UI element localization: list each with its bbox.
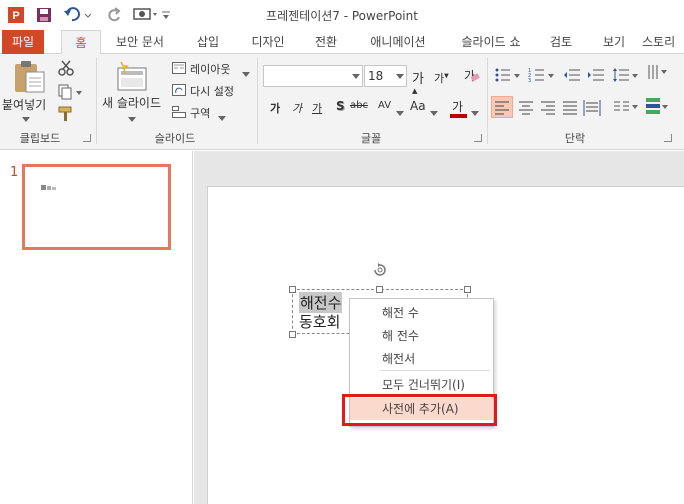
section-button[interactable]: 구역 xyxy=(190,105,210,121)
clipboard-group-label: 클립보드 xyxy=(19,132,61,145)
align-left-button[interactable] xyxy=(491,96,513,118)
tab-home[interactable]: 홈 xyxy=(61,30,101,55)
rotate-handle-icon[interactable] xyxy=(372,262,388,278)
font-dialog-launcher[interactable] xyxy=(474,134,482,142)
group-separator xyxy=(487,58,488,144)
underline-button[interactable]: 가 xyxy=(312,100,322,116)
suggestion-item[interactable]: 해전 수 xyxy=(350,302,493,324)
window-title: 프레젠테이션7 - PowerPoint xyxy=(266,9,418,23)
distributed-align-button[interactable] xyxy=(582,97,602,117)
change-case-button[interactable]: Aa xyxy=(410,99,426,113)
paste-icon[interactable] xyxy=(12,60,48,94)
decrease-indent-icon[interactable] xyxy=(563,66,583,84)
clear-formatting-icon[interactable]: 가 xyxy=(462,67,482,85)
menu-separator xyxy=(380,370,490,371)
copy-icon[interactable] xyxy=(58,84,84,100)
tab-insert[interactable]: 삽입 xyxy=(186,30,230,54)
font-name-combobox[interactable] xyxy=(263,65,363,87)
resize-handle[interactable] xyxy=(464,286,471,293)
font-color-button[interactable]: 가 xyxy=(452,98,463,115)
ribbon: 붙여넣기 클립보드 새 슬라이드 레이아웃 다시 설정 구역 슬라이드 18 가… xyxy=(0,54,684,150)
clipboard-dialog-launcher[interactable] xyxy=(83,134,91,142)
new-slide-icon[interactable] xyxy=(115,60,149,94)
cut-icon[interactable] xyxy=(58,60,76,76)
group-separator xyxy=(96,58,97,144)
justify-button[interactable] xyxy=(560,97,580,117)
columns-icon[interactable] xyxy=(612,98,640,116)
ribbon-tab-row: 파일 홈 보안 문서 삽입 디자인 전환 애니메이션 슬라이드 쇼 검토 보기 … xyxy=(0,30,684,55)
ignore-all-item[interactable]: 모두 건너뛰기(I) xyxy=(350,374,493,396)
tab-security[interactable]: 보안 문서 xyxy=(108,30,172,54)
shrink-font-icon[interactable]: 가▼ xyxy=(434,70,450,86)
bold-button[interactable]: 가 xyxy=(270,100,280,116)
resize-handle[interactable] xyxy=(289,331,296,338)
slide-number: 1 xyxy=(10,165,19,180)
strikethrough-button[interactable]: abc xyxy=(350,100,368,111)
misspelled-word[interactable]: 해전수 xyxy=(299,292,343,313)
increase-indent-icon[interactable] xyxy=(587,66,607,84)
suggestion-item[interactable]: 해전서 xyxy=(350,348,493,370)
tab-review[interactable]: 검토 xyxy=(540,30,582,54)
text-line[interactable]: 동호회 xyxy=(299,311,340,332)
bullets-icon[interactable] xyxy=(494,66,524,84)
grow-font-icon[interactable]: 가▲ xyxy=(412,68,428,95)
tab-animations[interactable]: 애니메이션 xyxy=(360,30,436,54)
tab-slideshow[interactable]: 슬라이드 쇼 xyxy=(450,30,532,54)
layout-icon[interactable] xyxy=(172,62,188,76)
tab-design[interactable]: 디자인 xyxy=(242,30,294,54)
section-dropdown-icon[interactable] xyxy=(218,111,226,121)
paste-button[interactable]: 붙여넣기 xyxy=(2,96,46,113)
resize-handle[interactable] xyxy=(289,286,296,293)
section-icon[interactable] xyxy=(172,106,188,120)
font-color-swatch xyxy=(450,114,467,118)
font-size-dropdown-icon[interactable] xyxy=(396,74,404,80)
format-painter-icon[interactable] xyxy=(58,106,76,122)
font-name-dropdown-icon[interactable] xyxy=(352,74,360,80)
svg-text:3: 3 xyxy=(528,78,531,84)
slides-group-label: 슬라이드 xyxy=(154,132,196,145)
layout-button[interactable]: 레이아웃 xyxy=(190,61,230,77)
line-spacing-icon[interactable] xyxy=(612,66,640,84)
paste-dropdown-icon[interactable] xyxy=(22,112,30,122)
tab-file[interactable]: 파일 xyxy=(2,30,44,54)
font-group-label: 글꼴 xyxy=(360,132,382,145)
slide-thumbnail[interactable] xyxy=(22,164,171,250)
new-slide-button[interactable]: 새 슬라이드 xyxy=(102,94,161,111)
tab-transitions[interactable]: 전환 xyxy=(306,30,346,54)
new-slide-dropdown-icon[interactable] xyxy=(128,112,136,122)
change-case-dropdown-icon[interactable] xyxy=(430,106,438,116)
character-spacing-dropdown-icon[interactable] xyxy=(396,106,404,116)
reset-icon[interactable] xyxy=(172,84,188,98)
numbering-icon[interactable]: 123 xyxy=(528,66,558,84)
thumbnail-text-preview xyxy=(41,185,56,190)
paragraph-dialog-launcher[interactable] xyxy=(664,134,672,142)
paragraph-group-label: 단락 xyxy=(564,132,586,145)
reset-button[interactable]: 다시 설정 xyxy=(190,83,234,99)
tab-view[interactable]: 보기 xyxy=(594,30,634,54)
text-shadow-button[interactable]: S xyxy=(336,99,345,113)
text-direction-icon[interactable] xyxy=(646,62,670,84)
tab-storyboard[interactable]: 스토리 xyxy=(642,30,684,54)
highlight-annotation-box xyxy=(342,394,497,426)
align-right-button[interactable] xyxy=(538,97,558,117)
font-size-combobox[interactable]: 18 xyxy=(364,65,407,87)
resize-handle[interactable] xyxy=(376,286,383,293)
group-separator xyxy=(257,58,258,144)
character-spacing-button[interactable]: AV xyxy=(378,100,391,111)
layout-dropdown-icon[interactable] xyxy=(242,67,250,77)
smartart-icon[interactable] xyxy=(644,96,670,118)
font-size-value: 18 xyxy=(368,69,384,83)
suggestion-item[interactable]: 해 전수 xyxy=(350,325,493,347)
font-color-dropdown-icon[interactable] xyxy=(471,106,479,116)
align-center-button[interactable] xyxy=(516,97,536,117)
italic-button[interactable]: 가 xyxy=(292,100,302,116)
